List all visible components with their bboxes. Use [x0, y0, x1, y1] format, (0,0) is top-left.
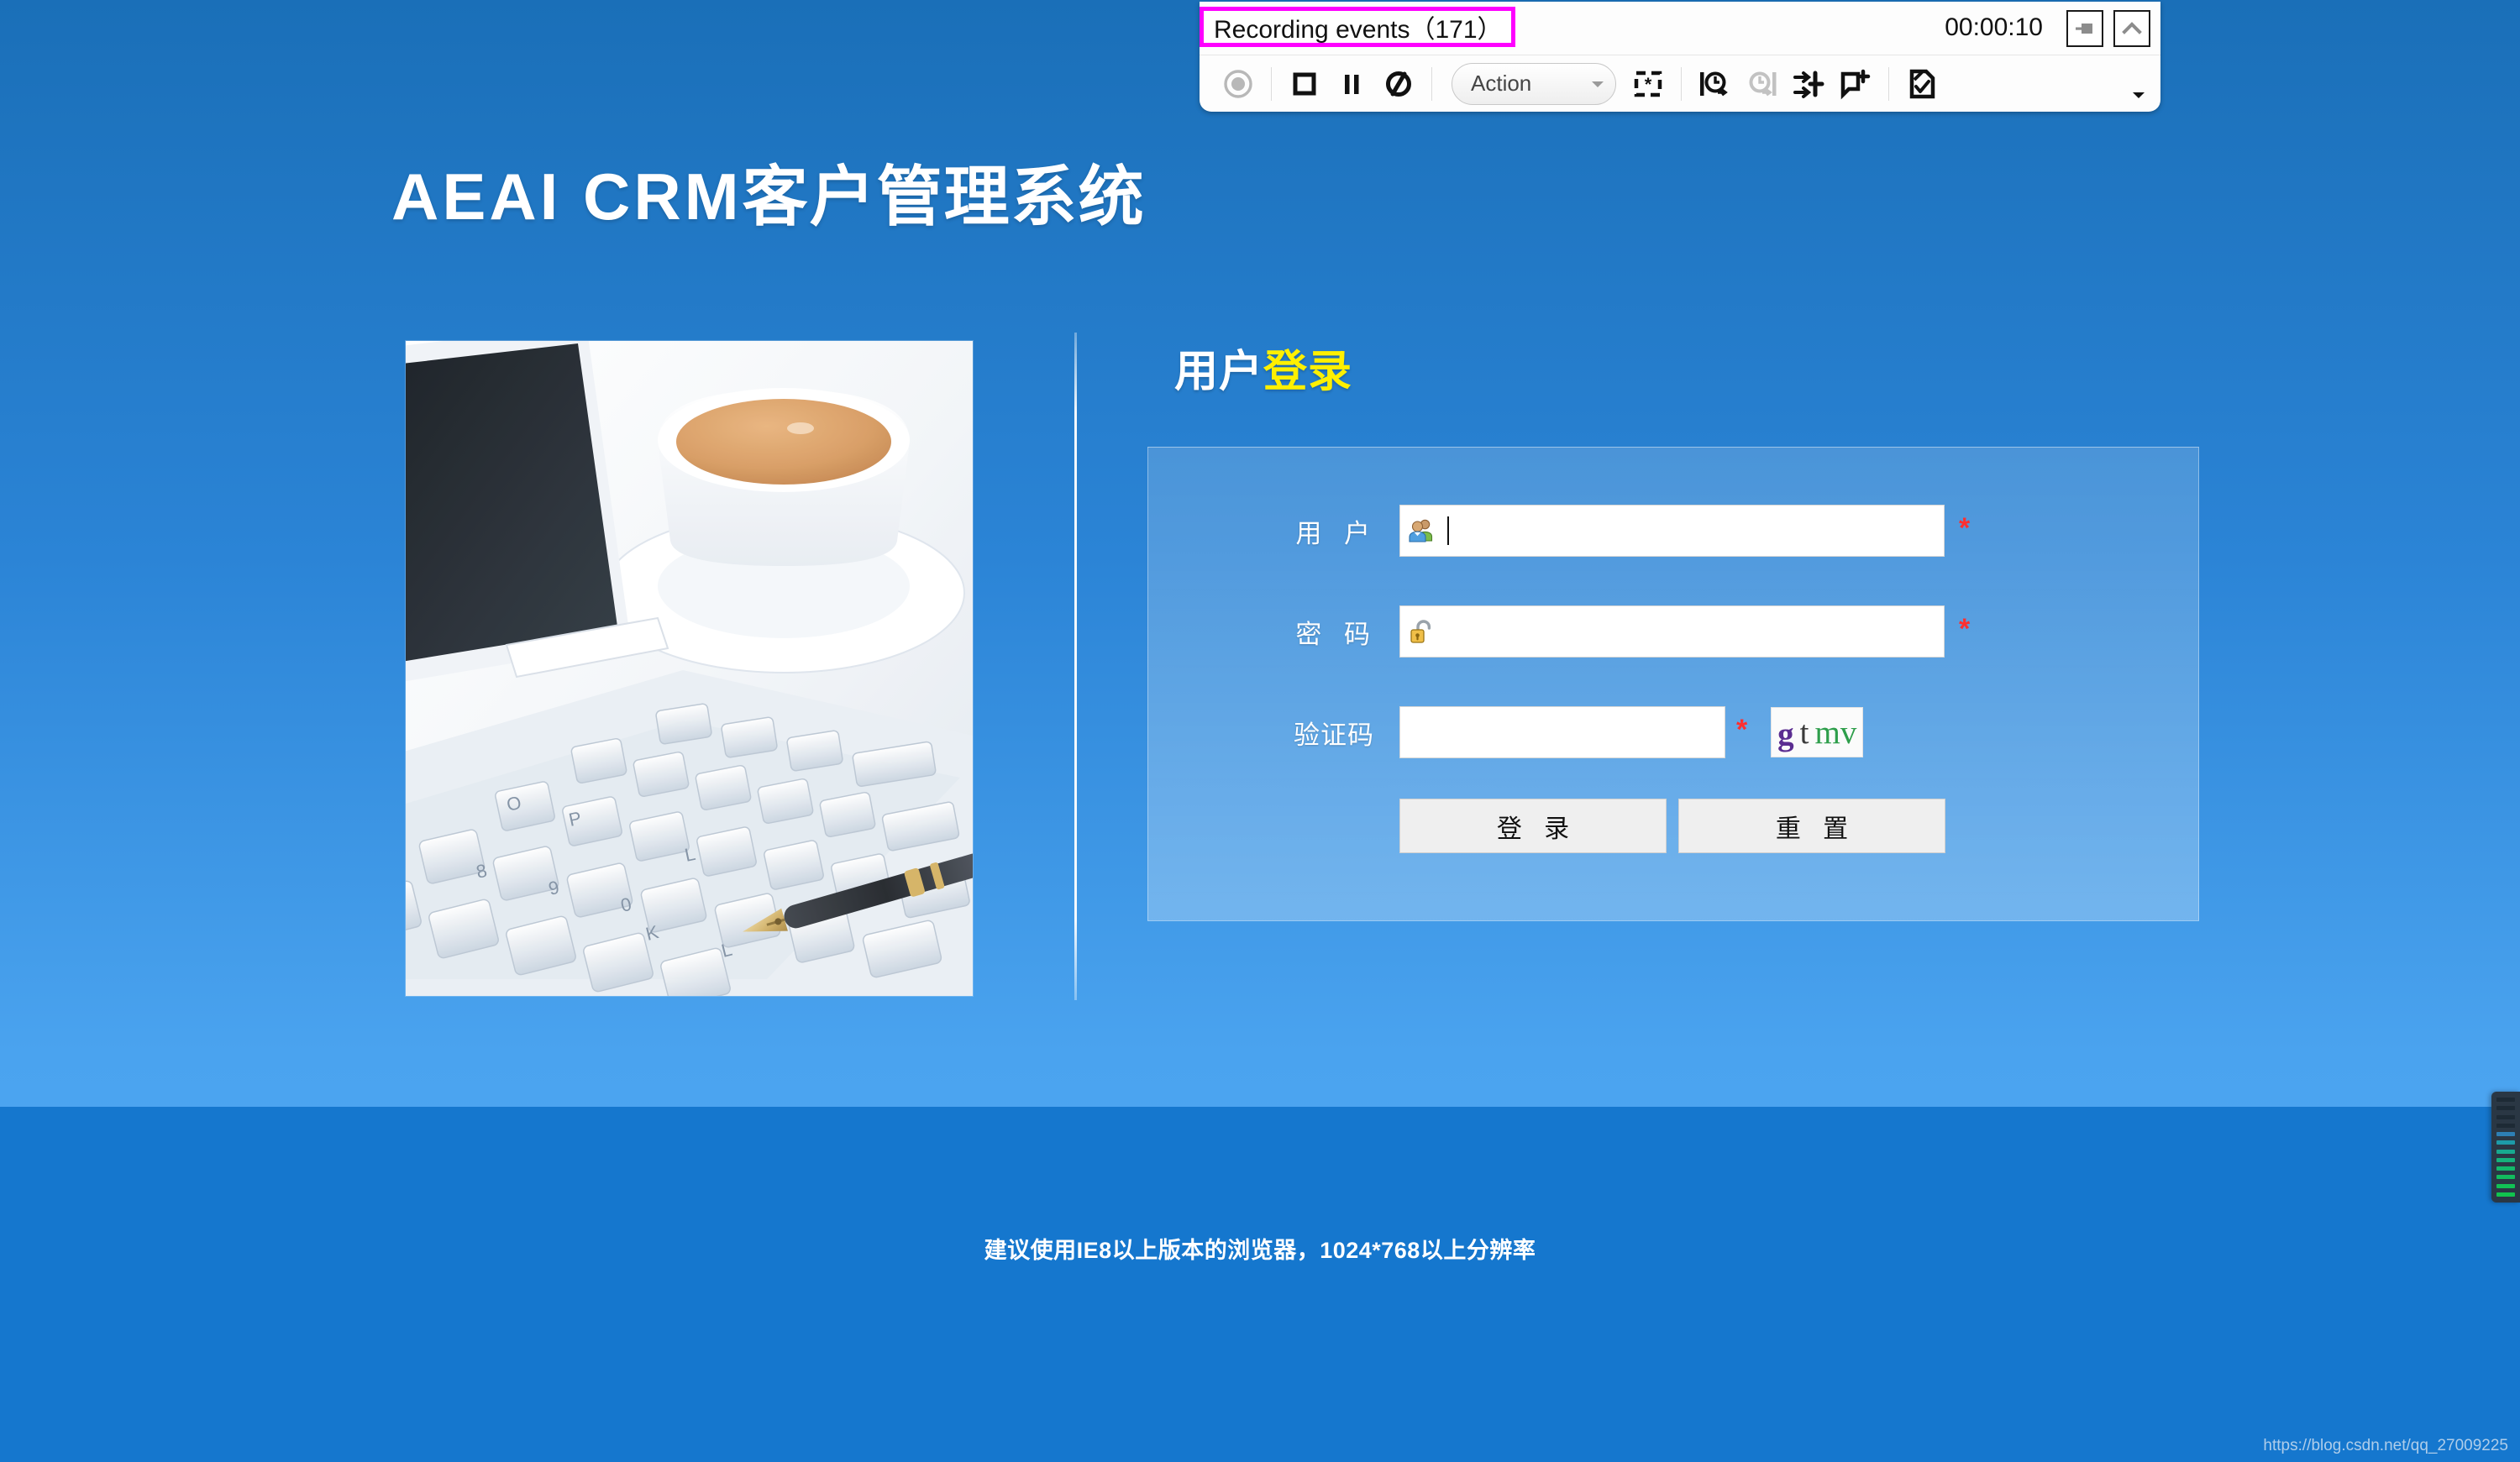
insert-checkpoint-start-button[interactable] [1691, 61, 1738, 107]
dock-button[interactable] [2066, 10, 2103, 47]
toolbar-separator [1888, 66, 1889, 101]
circle-slash-icon [1386, 71, 1411, 97]
edge-activity-meter [2491, 1092, 2520, 1203]
toolbar-separator [1431, 66, 1432, 101]
recording-toolbar: Recording events（171） 00:00:10 Action * [1200, 2, 2160, 112]
username-input[interactable] [1399, 505, 1945, 557]
chevron-up-icon [2122, 22, 2142, 34]
login-heading-white: 用户 [1174, 348, 1264, 396]
svg-text:*: * [1645, 74, 1652, 95]
stop-icon [1293, 72, 1316, 95]
action-dropdown[interactable]: Action [1452, 62, 1616, 105]
captcha-char-1: g [1777, 715, 1794, 752]
insert-output-value-button[interactable] [1785, 61, 1832, 107]
unlock-icon [1410, 620, 1431, 643]
record-button[interactable] [1215, 61, 1262, 107]
pause-button[interactable] [1328, 61, 1375, 107]
footer-band: 建议使用IE8以上版本的浏览器，1024*768以上分辨率 https://bl… [0, 1107, 2520, 1462]
password-label: 密 码 [1295, 619, 1378, 649]
pause-icon [1345, 74, 1359, 94]
recording-timer: 00:00:10 [1945, 13, 2043, 41]
captcha-label: 验证码 [1294, 720, 1374, 750]
captcha-char-3: mv [1814, 714, 1857, 751]
username-label: 用 户 [1295, 518, 1378, 548]
page-title: AEAI CRM客户管理系统 [391, 144, 1146, 238]
login-submit-button[interactable]: 登 录 [1399, 799, 1667, 853]
login-reset-button[interactable]: 重 置 [1678, 799, 1945, 853]
login-panel: 用 户 * 密 码 * 验证码 * g t mv 登 录 重 置 [1147, 447, 2199, 921]
form-buttons-row: 登 录 重 置 [1148, 799, 2198, 853]
password-required-mark: * [1959, 613, 1971, 645]
chevron-down-icon [1592, 81, 1604, 87]
stop-button[interactable] [1281, 61, 1328, 107]
username-row: 用 户 * [1148, 505, 2198, 557]
insert-step-icon: * [1634, 71, 1662, 97]
action-dropdown-label: Action [1471, 71, 1532, 96]
login-page: 建议使用IE8以上版本的浏览器，1024*768以上分辨率 https://bl… [0, 0, 2520, 1462]
footer-note: 建议使用IE8以上版本的浏览器，1024*768以上分辨率 [984, 1238, 1536, 1263]
password-row: 密 码 * [1148, 605, 2198, 658]
no-recording-button[interactable] [1375, 61, 1422, 107]
page-title-latin: AEAI CRM [391, 160, 743, 233]
insert-verify-button[interactable] [1898, 61, 1945, 107]
captcha-image[interactable]: g t mv [1771, 707, 1864, 757]
comment-plus-icon [1840, 69, 1871, 99]
insert-checkpoint-end-button[interactable] [1738, 61, 1785, 107]
toolbar-separator [1271, 66, 1272, 101]
hero-photo: 8 9 0 P O K L L [406, 341, 973, 996]
captcha-input[interactable] [1399, 706, 1725, 758]
username-required-mark: * [1959, 512, 1971, 544]
collapse-button[interactable] [2113, 10, 2150, 47]
recording-status-text: Recording events（171） [1200, 7, 1515, 47]
password-input[interactable] [1399, 605, 1945, 658]
recording-buttonbar: Action * [1200, 55, 2160, 112]
toolbar-overflow-button[interactable] [2129, 87, 2149, 107]
record-icon [1224, 69, 1252, 98]
captcha-required-mark: * [1736, 714, 1748, 746]
chevron-down-small-icon [2133, 92, 2145, 98]
recording-statusbar: Recording events（171） 00:00:10 [1200, 2, 2160, 55]
insert-comment-button[interactable] [1832, 61, 1879, 107]
checkpoint-end-icon [1749, 71, 1777, 96]
captcha-char-2: t [1799, 714, 1809, 751]
watermark-text: https://blog.csdn.net/qq_27009225 [2263, 1437, 2508, 1454]
toolbar-separator [1681, 66, 1682, 101]
login-heading: 用户登录 [1174, 336, 1352, 399]
users-icon [1409, 519, 1433, 542]
insert-step-button[interactable]: * [1625, 61, 1672, 107]
output-value-icon [1793, 71, 1824, 98]
document-check-icon [1909, 69, 1935, 98]
login-heading-yellow: 登录 [1263, 348, 1353, 396]
checkpoint-start-icon [1700, 71, 1728, 96]
captcha-row: 验证码 * g t mv [1148, 706, 2198, 758]
text-cursor [1447, 516, 1449, 545]
page-title-cjk: 客户管理系统 [742, 160, 1146, 233]
dock-icon [2076, 24, 2092, 34]
vertical-divider [1074, 333, 1077, 1000]
